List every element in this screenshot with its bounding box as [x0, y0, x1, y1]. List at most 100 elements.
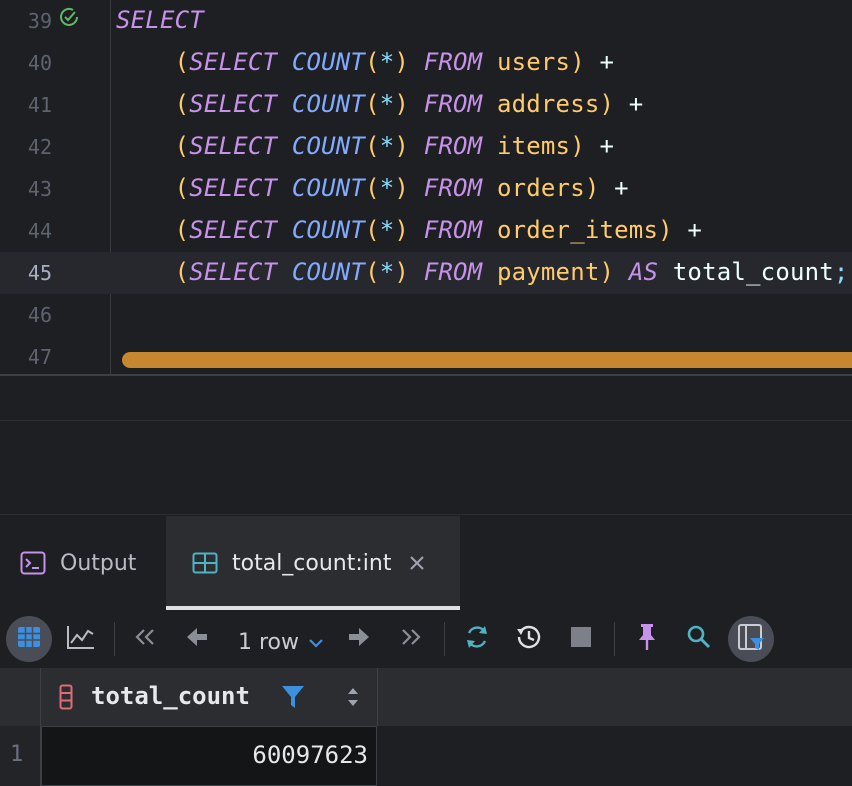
code-token: AS — [628, 258, 659, 286]
line-number: 42 — [27, 135, 52, 159]
stop-button[interactable] — [558, 616, 604, 662]
row-count-selector[interactable]: 1 row — [232, 616, 332, 662]
code-token: SELECT — [189, 258, 278, 286]
code-token: + — [584, 48, 615, 76]
line-number: 39 — [27, 9, 52, 33]
horizontal-scrollbar[interactable] — [122, 352, 852, 368]
previous-page-button[interactable] — [174, 616, 220, 662]
code-token: ) — [394, 48, 410, 76]
tab-result-label: total_count:int — [232, 550, 392, 576]
sort-icon[interactable] — [347, 686, 359, 712]
tab-result-total-count[interactable]: total_count:int — [166, 516, 460, 610]
close-icon[interactable] — [409, 555, 425, 571]
panel-separator — [0, 420, 852, 421]
table-icon — [192, 552, 218, 574]
code-token: orders — [482, 174, 585, 202]
code-token: COUNT — [291, 174, 366, 202]
refresh-button[interactable] — [454, 616, 500, 662]
code-token: * — [379, 216, 395, 244]
code-token: ) — [570, 132, 585, 160]
console-icon — [20, 551, 46, 575]
code-line[interactable]: 43 (SELECT COUNT(*) FROM orders) + — [0, 168, 852, 210]
code-token: total_count — [658, 258, 834, 286]
pin-icon — [636, 622, 658, 656]
line-number: 47 — [27, 345, 52, 369]
first-page-button[interactable] — [122, 616, 168, 662]
check-circle-icon — [58, 6, 80, 28]
code-token: ( — [365, 216, 380, 244]
code-token: ) — [394, 90, 410, 118]
code-token: users — [482, 48, 571, 76]
code-token: * — [379, 258, 395, 286]
code-line[interactable]: 46 — [0, 294, 852, 336]
code-token: ( — [365, 90, 380, 118]
grid-view-button[interactable] — [6, 616, 52, 662]
code-token: FROM — [423, 48, 483, 76]
line-number: 44 — [27, 219, 52, 243]
history-button[interactable] — [506, 616, 552, 662]
code-token: ( — [116, 90, 190, 118]
line-number: 40 — [27, 51, 52, 75]
code-token: FROM — [423, 216, 483, 244]
code-token: * — [379, 48, 395, 76]
code-token: order_items — [482, 216, 659, 244]
sql-editor[interactable]: 39 SELECT 40 (SELECT COUNT(*) FROM users) … — [0, 0, 852, 374]
filter-icon[interactable] — [281, 684, 305, 714]
line-number: 45 — [27, 261, 52, 285]
code-token: ) — [658, 216, 673, 244]
editor-divider[interactable] — [0, 374, 852, 376]
code-token: ; — [833, 258, 849, 286]
code-token: FROM — [423, 174, 483, 202]
code-text: (SELECT COUNT(*) FROM address) + — [116, 90, 644, 118]
first-page-icon — [134, 627, 156, 651]
code-token: payment — [482, 258, 600, 286]
code-line[interactable]: 42 (SELECT COUNT(*) FROM items) + — [0, 126, 852, 168]
code-line[interactable]: 44 (SELECT COUNT(*) FROM order_items) + — [0, 210, 852, 252]
code-token: COUNT — [291, 90, 366, 118]
code-text: (SELECT COUNT(*) FROM payment) AS total_… — [116, 258, 849, 286]
table-cell-total-count[interactable]: 60097623 — [41, 726, 377, 786]
code-line[interactable]: 40 (SELECT COUNT(*) FROM users) + — [0, 42, 852, 84]
row-number[interactable]: 1 — [0, 726, 41, 786]
code-token: FROM — [423, 132, 483, 160]
grid-view-icon — [16, 624, 42, 654]
code-token: ( — [365, 48, 380, 76]
code-token: COUNT — [291, 132, 366, 160]
filter-view-icon — [736, 622, 766, 656]
code-token: + — [672, 216, 703, 244]
code-line[interactable]: 41 (SELECT COUNT(*) FROM address) + — [0, 84, 852, 126]
filter-view-button[interactable] — [728, 616, 774, 662]
tab-output[interactable]: Output — [20, 516, 136, 610]
last-page-button[interactable] — [388, 616, 434, 662]
column-header-total-count[interactable]: total_count — [40, 668, 378, 726]
code-token: * — [379, 132, 395, 160]
toolbar-separator — [444, 622, 445, 656]
pin-button[interactable] — [624, 616, 670, 662]
search-button[interactable] — [676, 616, 722, 662]
code-token: ( — [365, 258, 380, 286]
next-page-button[interactable] — [336, 616, 382, 662]
code-token: ( — [116, 216, 190, 244]
code-token: SELECT — [189, 48, 278, 76]
line-number: 46 — [27, 303, 52, 327]
column-header-label: total_count — [91, 682, 250, 710]
code-token: * — [379, 174, 395, 202]
code-token: ) — [394, 216, 410, 244]
code-token: ( — [116, 174, 190, 202]
code-text: (SELECT COUNT(*) FROM orders) + — [116, 174, 629, 202]
code-token: ( — [116, 132, 190, 160]
code-token: + — [584, 132, 615, 160]
chart-view-button[interactable] — [58, 616, 104, 662]
column-icon — [59, 684, 73, 714]
tab-output-label: Output — [60, 550, 137, 576]
previous-page-icon — [185, 626, 209, 652]
code-line[interactable]: 39 SELECT — [0, 0, 852, 42]
code-line[interactable]: 45 (SELECT COUNT(*) FROM payment) AS tot… — [0, 252, 852, 294]
code-token: + — [614, 90, 644, 118]
